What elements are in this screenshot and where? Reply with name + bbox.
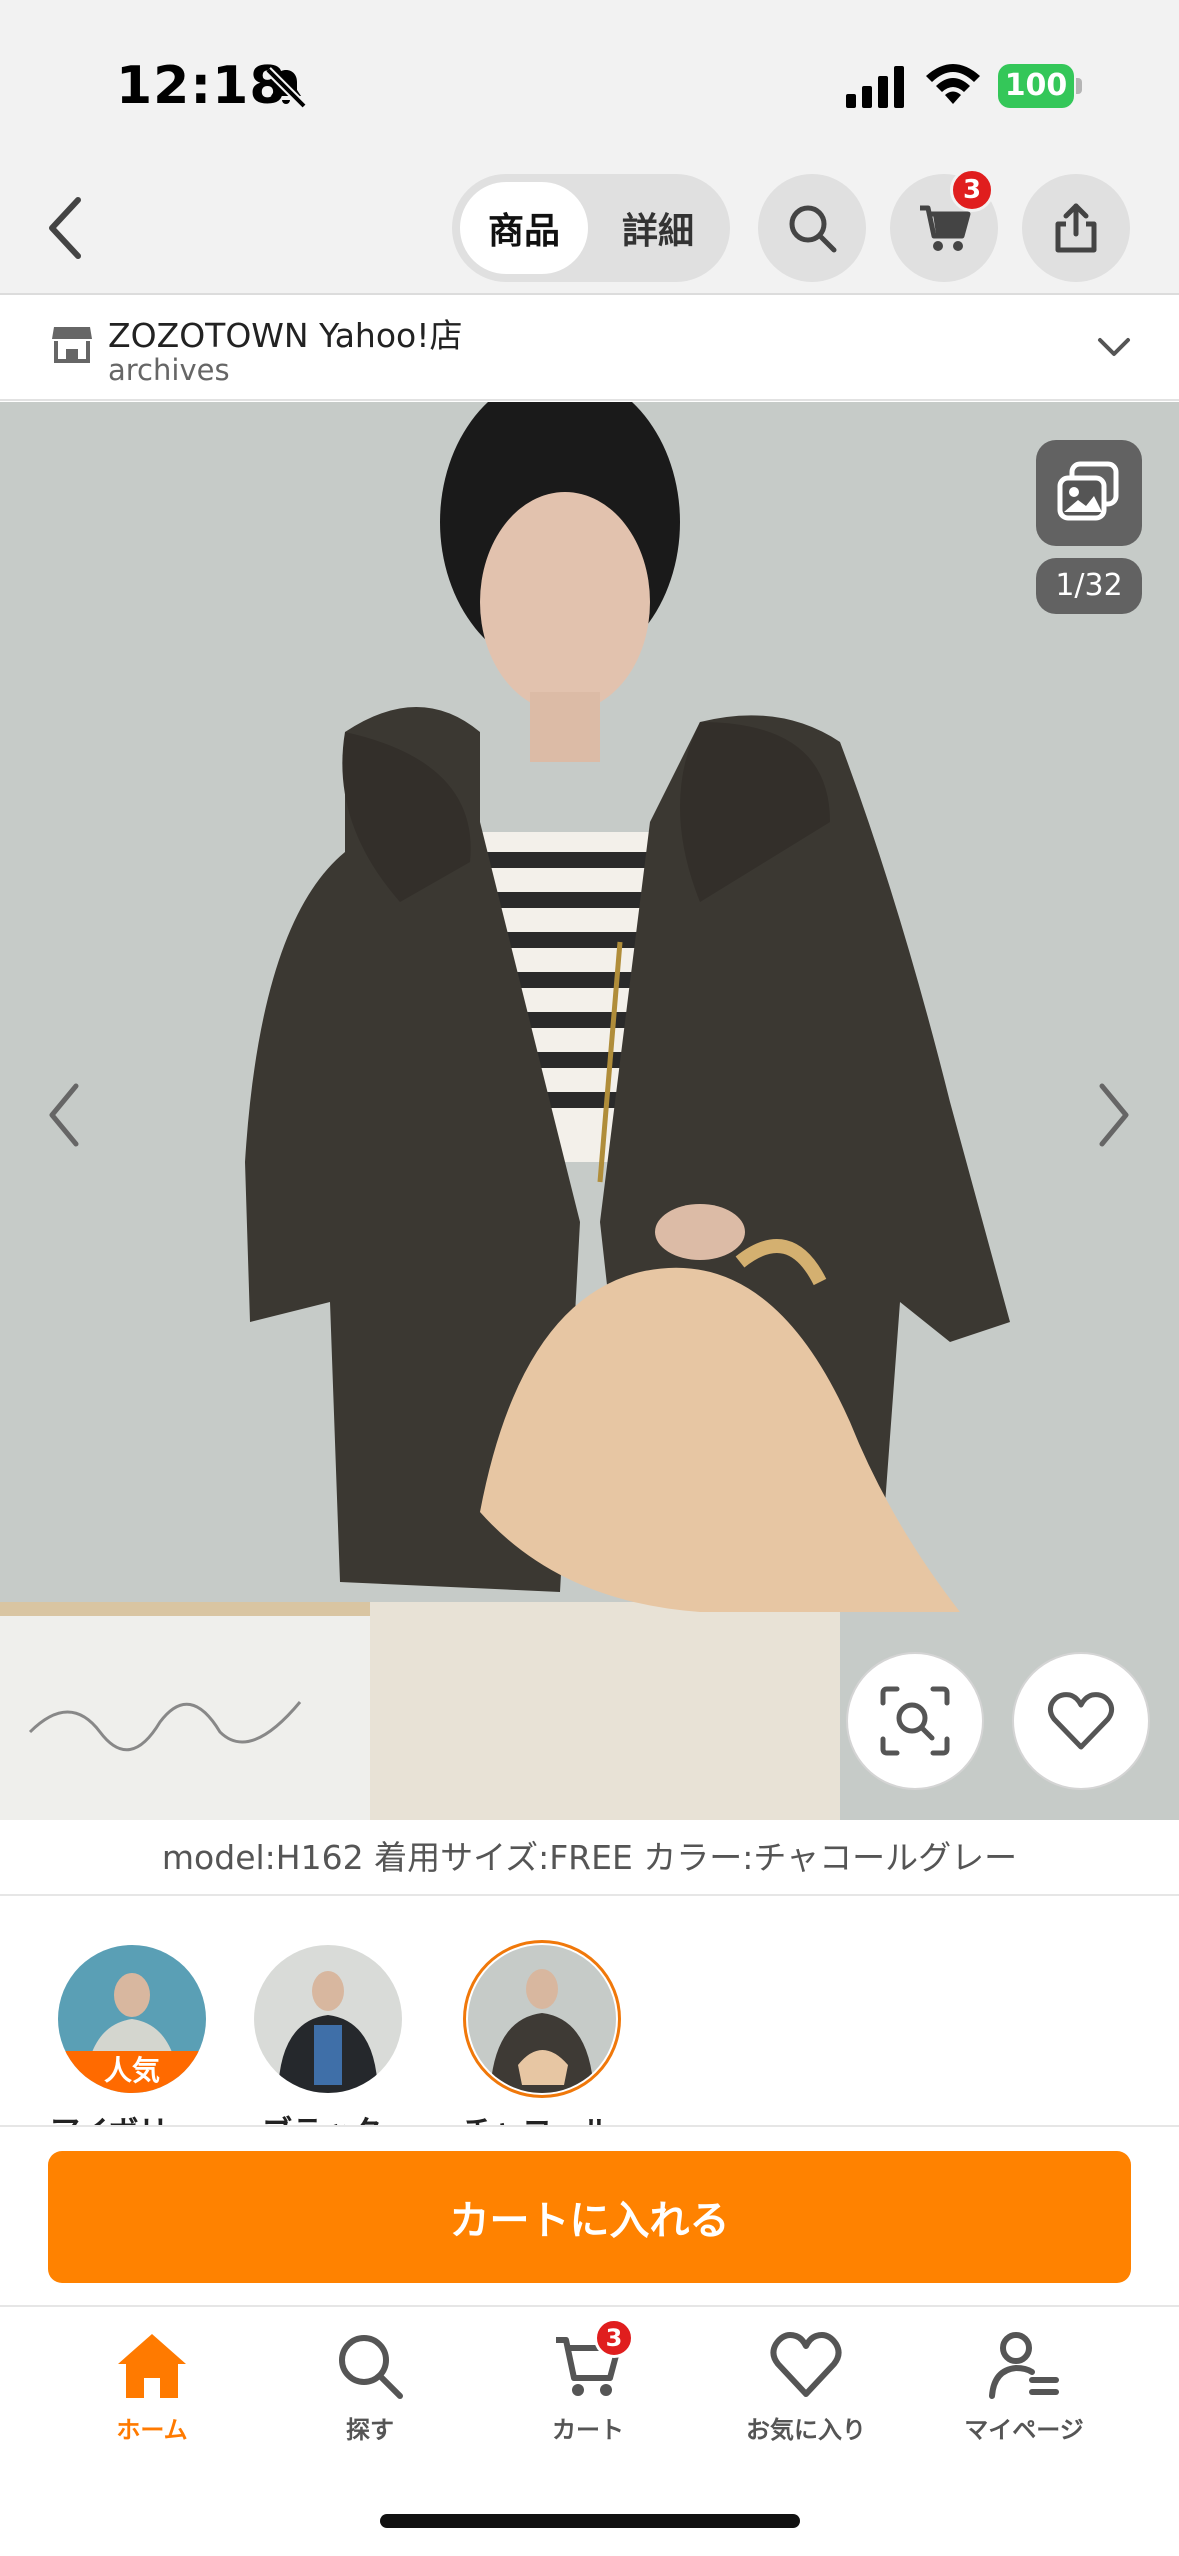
chevron-down-icon [1098, 338, 1130, 356]
add-to-cart-button[interactable]: カートに入れる [48, 2151, 1131, 2283]
cta-area: カートに入れる [0, 2125, 1179, 2307]
tab-mypage[interactable]: マイページ [924, 2328, 1124, 2468]
cart-count-badge: 3 [950, 168, 994, 212]
profile-icon [986, 2328, 1062, 2404]
tab-home[interactable]: ホーム [52, 2328, 252, 2468]
store-name: ZOZOTOWN Yahoo!店 [108, 316, 463, 355]
status-bar: 12:18 100 [0, 0, 1179, 160]
gallery-button[interactable] [1036, 440, 1142, 546]
chevron-left-icon [49, 1083, 79, 1147]
search-icon [332, 2328, 408, 2404]
variant-swatch-ivory[interactable]: 人気 [58, 1945, 206, 2093]
color-variants: 人気 アイボリー ブラック チャコール [0, 1897, 1179, 2125]
variant-label: アイボリー [50, 2107, 199, 2125]
heart-icon [768, 2328, 844, 2404]
back-button[interactable] [34, 190, 98, 266]
search-icon [789, 205, 837, 253]
tab-label: ホーム [116, 2416, 188, 2444]
variant-label: ブラック [262, 2107, 382, 2125]
tab-label: お気に入り [746, 2416, 866, 2444]
cart-count-badge: 3 [594, 2318, 634, 2358]
heart-icon [1047, 1692, 1115, 1750]
home-indicator [380, 2514, 800, 2528]
popular-badge: 人気 [58, 2051, 206, 2093]
nav-header: 商品 詳細 3 [0, 160, 1179, 295]
variant-thumbnail [468, 1945, 616, 2093]
variant-label: チャコール [462, 2107, 612, 2125]
home-icon [114, 2328, 190, 2404]
tab-details[interactable]: 詳細 [594, 182, 722, 274]
tab-favorites[interactable]: お気に入り [706, 2328, 906, 2468]
gallery-icon [1057, 461, 1119, 521]
share-icon [1055, 203, 1097, 253]
image-caption: model:H162 着用サイズ:FREE カラー:チャコールグレー [0, 1820, 1179, 1896]
chevron-right-icon [1099, 1083, 1129, 1147]
image-search-icon [880, 1686, 950, 1756]
tab-label: 探す [346, 2416, 394, 2444]
search-button[interactable] [758, 174, 866, 282]
tab-label: カート [552, 2416, 624, 2444]
image-search-button[interactable] [846, 1652, 984, 1790]
image-counter: 1/32 [1036, 558, 1142, 614]
variant-swatch-charcoal[interactable] [463, 1940, 621, 2098]
model-photo [0, 402, 1179, 1820]
store-icon [52, 327, 92, 363]
cellular-signal-icon [846, 66, 904, 108]
cart-icon: 3 [550, 2318, 634, 2404]
battery-level: 100 [998, 64, 1074, 108]
cart-button[interactable]: 3 [890, 168, 998, 282]
battery-cap [1076, 78, 1082, 94]
product-image[interactable]: 1/32 [0, 402, 1179, 1820]
wifi-icon [926, 64, 980, 104]
store-subtitle: archives [108, 353, 230, 387]
product-detail-toggle: 商品 詳細 [452, 174, 730, 282]
variant-swatch-black[interactable] [254, 1945, 402, 2093]
tab-cart[interactable]: 3 カート [488, 2318, 688, 2468]
next-image-button[interactable] [1084, 1070, 1144, 1160]
tab-label: マイページ [964, 2416, 1084, 2444]
share-button[interactable] [1022, 174, 1130, 282]
battery-indicator: 100 [998, 64, 1082, 108]
tab-search[interactable]: 探す [270, 2328, 470, 2468]
variant-thumbnail [254, 1945, 402, 2093]
status-time: 12:18 [116, 56, 287, 116]
store-row[interactable]: ZOZOTOWN Yahoo!店 archives [0, 297, 1179, 401]
bell-off-icon [265, 67, 307, 109]
back-chevron-icon [49, 197, 81, 259]
prev-image-button[interactable] [34, 1070, 94, 1160]
tab-product[interactable]: 商品 [460, 182, 588, 274]
favorite-button[interactable] [1012, 1652, 1150, 1790]
